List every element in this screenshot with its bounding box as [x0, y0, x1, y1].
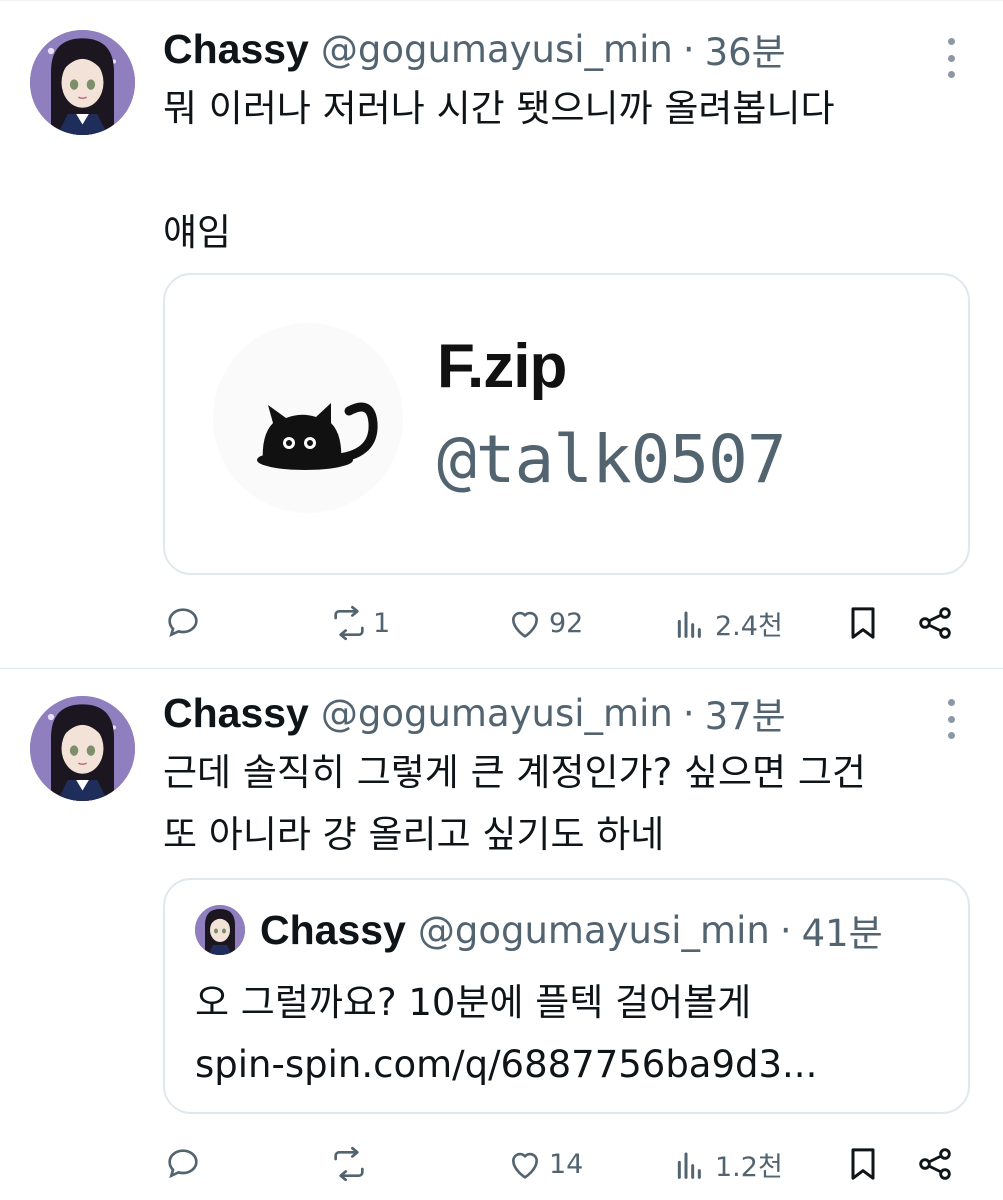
views-count: 2.4천 — [715, 610, 783, 642]
separator-dot: · — [779, 908, 792, 952]
reply-button[interactable] — [163, 1139, 207, 1189]
retweet-icon — [334, 1146, 364, 1182]
more-icon[interactable] — [938, 38, 964, 78]
author-handle[interactable]: @gogumayusi_min — [321, 28, 673, 71]
timestamp[interactable]: 37분 — [705, 686, 786, 740]
like-icon — [512, 1152, 538, 1179]
tweet-text-line: 얘임 — [163, 211, 232, 254]
like-icon — [512, 611, 538, 638]
tweet-header: Chassy @gogumayusi_min · 37분 — [163, 686, 786, 740]
quote-header: Chassy @gogumayusi_min · 41분 — [260, 905, 883, 956]
views-icon — [677, 1152, 701, 1179]
views-icon — [677, 611, 701, 638]
author-name[interactable]: Chassy — [163, 690, 309, 737]
retweet-icon — [334, 605, 364, 641]
quote-timestamp: 41분 — [801, 912, 883, 955]
tweet-text-blank — [163, 140, 835, 202]
bookmark-icon — [851, 607, 875, 639]
avatar[interactable] — [30, 30, 135, 135]
bookmark-icon — [851, 1148, 875, 1180]
author-name[interactable]: Chassy — [163, 26, 309, 73]
tweet[interactable]: Chassy @gogumayusi_min · 37분 근데 솔직히 그렇게 … — [0, 669, 1003, 1200]
quote-author-name: Chassy — [260, 906, 406, 953]
retweet-button[interactable]: 1 — [329, 598, 390, 648]
retweet-count: 1 — [373, 607, 391, 639]
retweet-button[interactable] — [329, 1139, 373, 1189]
share-icon — [919, 607, 951, 639]
quote-author-handle: @gogumayusi_min — [417, 908, 770, 952]
share-button[interactable] — [915, 598, 955, 648]
cat-icon — [213, 323, 403, 513]
tweet-text-line: 또 아니라 걍 올리고 싶기도 하네 — [163, 813, 665, 856]
timestamp[interactable]: 36분 — [705, 22, 786, 76]
quote-text: 오 그럴까요? 10분에 플텍 걸어볼게 spin-spin.com/q/688… — [195, 972, 817, 1096]
tweet-header: Chassy @gogumayusi_min · 36분 — [163, 22, 786, 76]
tweet-text-line: 뭐 이러나 저러나 시간 됏으니까 올려봅니다 — [163, 87, 835, 130]
quote-text-line: 오 그럴까요? 10분에 플텍 걸어볼게 — [195, 981, 752, 1024]
views-button[interactable]: 1.2천 — [671, 1139, 783, 1189]
quote-link[interactable]: spin-spin.com/q/6887756ba9d3... — [195, 1034, 817, 1096]
avatar[interactable] — [30, 696, 135, 801]
card-name: F.zip — [437, 332, 567, 401]
tweet-text-line: 근데 솔직히 그렇게 큰 계정인가? 싶으면 그건 — [163, 751, 866, 794]
reply-icon — [168, 608, 198, 638]
share-icon — [919, 1148, 951, 1180]
card-handle: @talk0507 — [437, 421, 787, 498]
reply-button[interactable] — [163, 598, 207, 648]
author-handle[interactable]: @gogumayusi_min — [321, 692, 673, 735]
bookmark-button[interactable] — [843, 1139, 883, 1189]
quoted-tweet[interactable]: Chassy @gogumayusi_min · 41분 오 그럴까요? 10분… — [163, 878, 970, 1114]
tweet[interactable]: Chassy @gogumayusi_min · 36분 뭐 이러나 저러나 시… — [0, 0, 1003, 668]
views-button[interactable]: 2.4천 — [671, 598, 783, 648]
like-count: 14 — [549, 1148, 584, 1180]
separator-dot: · — [682, 27, 695, 71]
like-button[interactable]: 14 — [505, 1139, 583, 1189]
quote-avatar — [195, 905, 245, 955]
views-count: 1.2천 — [715, 1151, 783, 1183]
reply-icon — [168, 1149, 198, 1179]
bookmark-button[interactable] — [843, 598, 883, 648]
separator-dot: · — [682, 691, 695, 735]
action-bar: 14 1.2천 — [163, 1139, 963, 1189]
share-button[interactable] — [915, 1139, 955, 1189]
like-button[interactable]: 92 — [505, 598, 583, 648]
like-count: 92 — [549, 607, 584, 639]
tweet-text: 근데 솔직히 그렇게 큰 계정인가? 싶으면 그건 또 아니라 걍 올리고 싶기… — [163, 742, 866, 866]
action-bar: 1 92 2.4천 — [163, 598, 963, 648]
tweet-text: 뭐 이러나 저러나 시간 됏으니까 올려봅니다 얘임 — [163, 78, 835, 264]
more-icon[interactable] — [938, 699, 964, 739]
profile-card[interactable]: F.zip @talk0507 — [163, 273, 970, 575]
